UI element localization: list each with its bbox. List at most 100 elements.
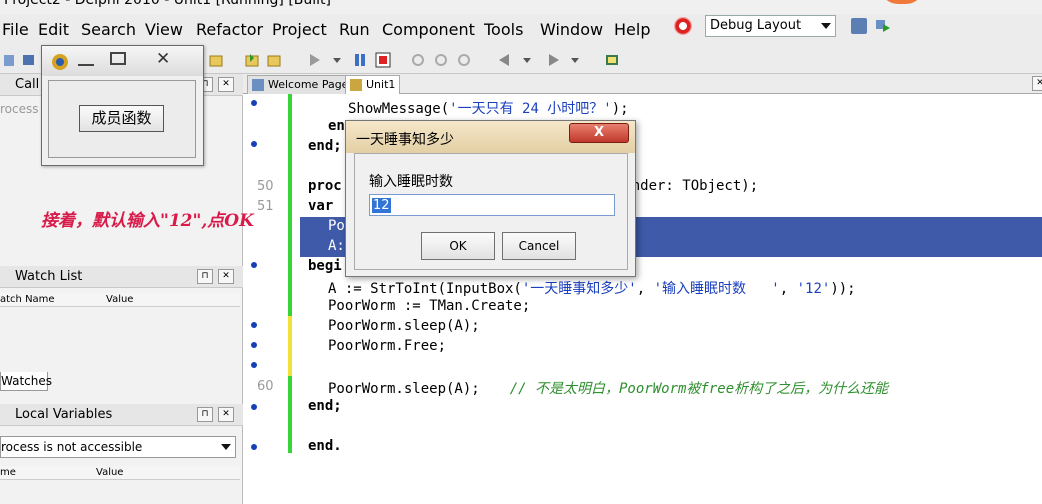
change-bar: [288, 94, 292, 453]
code-line: A := StrToInt(InputBox('一天睡事知多少', '输入睡眠时…: [328, 281, 856, 297]
tab-watches[interactable]: Watches: [0, 372, 52, 391]
code-line: PoorWorm.sleep(A);: [328, 318, 480, 334]
call-stack-status: rocess i: [0, 102, 46, 116]
input-dialog: 一天睡事知多少 X 输入睡眠时数 12 OK Cancel: [345, 120, 636, 277]
layout-combo[interactable]: Debug Layout: [705, 15, 836, 37]
watch-list-title: Watch List: [15, 269, 83, 284]
process-combo[interactable]: rocess is not accessible: [0, 436, 236, 458]
local-vars-title: Local Variables: [15, 407, 113, 422]
breakpoint-dot[interactable]: [251, 100, 257, 106]
close-icon[interactable]: X: [569, 123, 629, 143]
menu-view[interactable]: View: [145, 20, 183, 39]
open-project-icon[interactable]: [244, 52, 260, 68]
ok-button[interactable]: OK: [421, 232, 495, 260]
code-line: end;: [308, 398, 342, 414]
code-line: PoorWorm.sleep(A);// 不是太明白，PoorWorm被free…: [328, 381, 889, 397]
menu-window[interactable]: Window: [540, 20, 603, 39]
code-line: Po: [328, 218, 345, 234]
new-icon[interactable]: [2, 52, 18, 68]
dialog-titlebar[interactable]: 一天睡事知多少 X: [346, 121, 635, 153]
column-value[interactable]: Value: [96, 467, 123, 478]
dialog-prompt: 输入睡眠时数: [369, 174, 453, 190]
breakpoint-dot[interactable]: [251, 362, 257, 368]
tab-unit1[interactable]: Unit1: [345, 75, 401, 94]
member-function-button[interactable]: 成员函数: [79, 105, 164, 132]
editor-gutter[interactable]: 50 51 60: [243, 94, 292, 504]
code-line: begi: [308, 258, 342, 274]
forward-dropdown-icon[interactable]: [570, 52, 580, 68]
menu-refactor[interactable]: Refactor: [196, 20, 263, 39]
input-value: 12: [372, 198, 391, 213]
add-file-icon[interactable]: [208, 52, 224, 68]
column-name[interactable]: atch Name: [0, 294, 55, 305]
run-icon[interactable]: [307, 52, 323, 68]
cancel-button[interactable]: Cancel: [502, 232, 576, 260]
breakpoint-dot[interactable]: [251, 404, 257, 410]
line-number: 51: [257, 199, 274, 214]
back-arrow-icon[interactable]: [497, 52, 513, 68]
annotation-text: 接着，默认输入"12",点OK: [41, 211, 254, 231]
column-value[interactable]: Value: [106, 294, 133, 305]
chevron-down-icon: [221, 444, 231, 450]
close-icon[interactable]: ✕: [156, 49, 170, 69]
menu-search[interactable]: Search: [81, 20, 136, 39]
menu-tools[interactable]: Tools: [484, 20, 523, 39]
breakpoint-dot[interactable]: [251, 322, 257, 328]
forward-arrow-icon[interactable]: [545, 52, 561, 68]
program-reset-icon[interactable]: [375, 52, 391, 68]
close-icon[interactable]: ✕: [218, 77, 234, 92]
dialog-title: 一天睡事知多少: [356, 132, 454, 148]
step-over-icon[interactable]: [433, 52, 449, 68]
open-icon[interactable]: [21, 52, 37, 68]
column-name[interactable]: me: [0, 467, 16, 478]
breakpoint-dot[interactable]: [251, 342, 257, 348]
pause-icon[interactable]: [352, 52, 368, 68]
save-desktop-icon[interactable]: [851, 18, 867, 34]
window-title: Project2 - Delphi 2010 - Unit1 [Running]…: [4, 0, 331, 8]
layout-combo-value: Debug Layout: [710, 18, 802, 33]
breakpoint-dot[interactable]: [251, 141, 257, 147]
trace-into-icon[interactable]: [410, 52, 426, 68]
watch-list-columns: atch Name Value: [0, 293, 240, 307]
app-form-client: 成员函数: [48, 80, 196, 158]
app-icon: [52, 54, 68, 70]
close-icon[interactable]: ✕: [218, 407, 234, 422]
pin-icon[interactable]: ⊓: [197, 407, 213, 422]
tab-welcome-page[interactable]: Welcome Page: [247, 75, 354, 94]
home-icon: [252, 79, 264, 91]
dialog-body: 输入睡眠时数 12 OK Cancel: [354, 153, 628, 270]
menu-file[interactable]: File: [2, 20, 29, 39]
unit-file-icon: [350, 79, 362, 91]
sleep-hours-input[interactable]: 12: [369, 194, 615, 216]
menu-run[interactable]: Run: [339, 20, 370, 39]
run-dropdown-icon[interactable]: [332, 52, 342, 68]
close-icon[interactable]: ✕: [1032, 76, 1042, 91]
run-to-cursor-icon[interactable]: [456, 52, 472, 68]
app-form-window: ✕ 成员函数: [41, 45, 204, 166]
breakpoint-dot[interactable]: [251, 444, 257, 450]
maximize-icon[interactable]: [110, 52, 126, 65]
code-line: end;: [308, 138, 342, 154]
breakpoint-dot[interactable]: [251, 262, 257, 268]
change-bar: [288, 336, 292, 376]
tab-label: Unit1: [366, 78, 396, 91]
menu-help[interactable]: Help: [614, 20, 650, 39]
process-combo-value: rocess is not accessible: [1, 440, 143, 454]
chevron-down-icon: [821, 23, 831, 29]
tab-label: Welcome Page: [268, 78, 349, 91]
desktop-speedsetting-icon[interactable]: [674, 17, 692, 35]
close-icon[interactable]: ✕: [218, 269, 234, 284]
set-debug-desktop-icon[interactable]: [875, 18, 891, 34]
local-vars-header: Local Variables ⊓ ✕: [0, 404, 243, 426]
menu-edit[interactable]: Edit: [38, 20, 69, 39]
back-dropdown-icon[interactable]: [522, 52, 532, 68]
remove-file-icon[interactable]: [266, 52, 282, 68]
menu-component[interactable]: Component: [382, 20, 475, 39]
help-book-icon[interactable]: [604, 52, 620, 68]
pin-icon[interactable]: ⊓: [197, 269, 213, 284]
line-number: 50: [257, 179, 274, 194]
code-line: en: [328, 118, 345, 134]
minimize-icon[interactable]: [78, 54, 94, 66]
menu-project[interactable]: Project: [272, 20, 327, 39]
app-form-titlebar[interactable]: ✕: [42, 46, 203, 76]
